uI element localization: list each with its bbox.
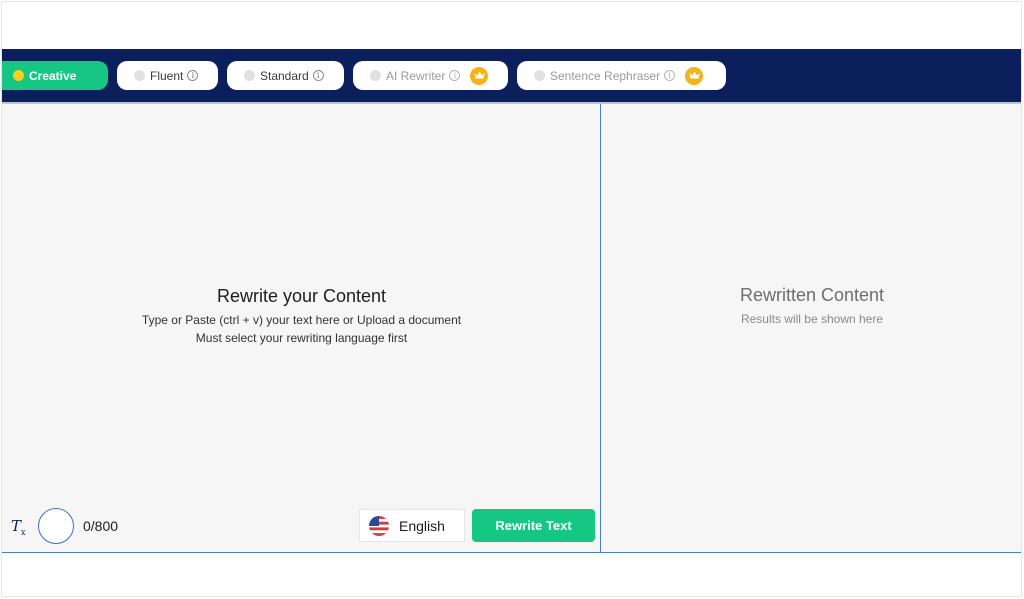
mode-label: Fluent (150, 68, 184, 83)
input-panel-title: Rewrite your Content (216, 286, 387, 306)
input-panel[interactable]: Rewrite your Content Type or Paste (ctrl… (2, 104, 601, 553)
clear-format-glyph: T (11, 517, 22, 535)
crown-icon (685, 66, 704, 85)
mode-label: AI Rewriter (386, 68, 446, 83)
input-panel-instruction: Type or Paste (ctrl + v) your text here … (141, 313, 462, 327)
mode-creative[interactable]: Creative (2, 61, 108, 90)
panel-bottom-divider (2, 552, 1021, 553)
mode-fluent[interactable]: Fluent i (117, 61, 218, 90)
clear-format-icon[interactable]: Tx (11, 517, 31, 537)
character-progress-ring (38, 508, 74, 544)
character-counter: 0/800 (83, 518, 119, 534)
app-frame: Creative Fluent i Standard i AI Rewriter… (1, 1, 1022, 597)
mode-radio-dot (244, 70, 255, 81)
us-flag-icon (369, 515, 389, 536)
mode-radio-dot (534, 70, 545, 81)
mode-bar: Creative Fluent i Standard i AI Rewriter… (2, 49, 1021, 102)
language-select[interactable]: English (359, 509, 465, 542)
mode-standard[interactable]: Standard i (227, 61, 344, 90)
output-panel-title: Rewritten Content (739, 285, 885, 305)
info-icon[interactable]: i (449, 70, 461, 81)
mode-radio-dot (13, 70, 24, 81)
clear-format-sub: x (21, 528, 26, 537)
info-icon[interactable]: i (312, 70, 324, 81)
input-panel-language-hint: Must select your rewriting language firs… (195, 331, 408, 345)
output-panel-subtitle: Results will be shown here (740, 312, 884, 326)
mode-label: Creative (29, 68, 77, 83)
mode-radio-dot (370, 70, 381, 81)
info-icon[interactable]: i (664, 70, 676, 81)
mode-label: Standard (260, 68, 309, 83)
language-label: English (399, 517, 445, 534)
mode-label: Sentence Rephraser (550, 68, 661, 83)
mode-radio-dot (134, 70, 145, 81)
output-panel: Rewritten Content Results will be shown … (601, 104, 1021, 553)
rewrite-text-button[interactable]: Rewrite Text (472, 509, 595, 542)
mode-sentence-rephraser[interactable]: Sentence Rephraser i (517, 61, 726, 90)
crown-icon (470, 66, 489, 85)
info-icon[interactable]: i (187, 70, 199, 81)
mode-ai-rewriter[interactable]: AI Rewriter i (353, 61, 508, 90)
